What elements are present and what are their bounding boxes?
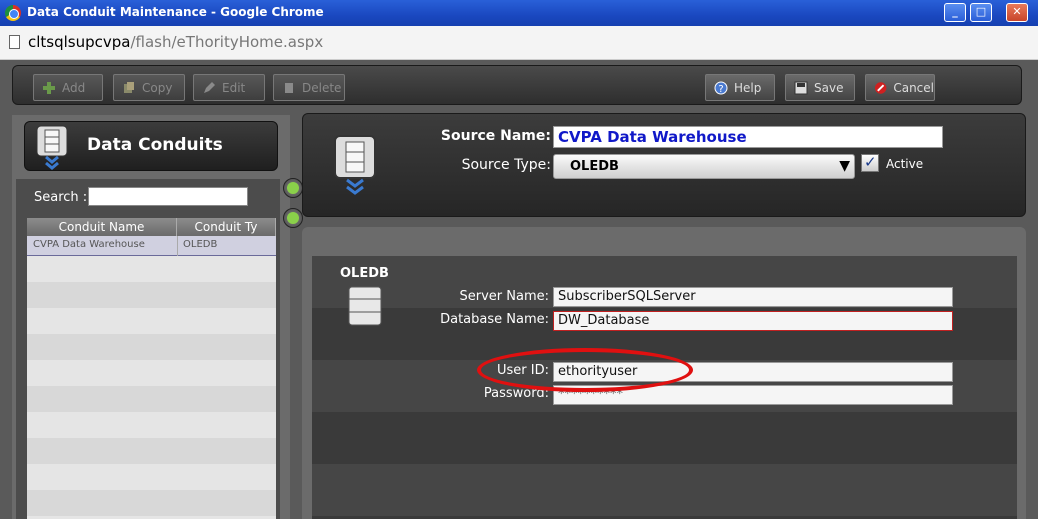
search-label: Search : <box>34 190 88 205</box>
database-icon <box>36 125 68 170</box>
source-type-select[interactable]: OLEDB ▼ <box>553 154 855 179</box>
cell-conduit-name: CVPA Data Warehouse <box>33 239 145 250</box>
database-name-label: Database Name: <box>440 312 549 327</box>
server-name-label: Server Name: <box>459 289 550 304</box>
oledb-title: OLEDB <box>340 266 389 281</box>
conduits-grid: Conduit Name Conduit Ty CVPA Data Wareho… <box>27 218 276 519</box>
chrome-icon <box>5 5 21 21</box>
cancel-icon <box>874 81 887 94</box>
source-header-panel: Source Name: CVPA Data Warehouse Source … <box>302 113 1026 217</box>
plus-icon <box>43 81 55 94</box>
source-type-label: Source Type: <box>461 157 551 173</box>
source-name-input[interactable]: CVPA Data Warehouse <box>553 126 943 148</box>
active-label: Active <box>886 157 924 171</box>
dropdown-arrow-icon: ▼ <box>839 158 850 174</box>
window-title: Data Conduit Maintenance - Google Chrome <box>27 5 324 19</box>
close-button[interactable]: ✕ <box>1006 3 1028 22</box>
column-header-conduit-name[interactable]: Conduit Name <box>27 218 177 236</box>
oledb-panel: OLEDB Server Name: SubscriberSQLServer D… <box>312 256 1017 519</box>
source-name-label: Source Name: <box>440 128 551 144</box>
database-name-input[interactable]: DW_Database <box>553 311 953 331</box>
copy-icon <box>124 81 134 93</box>
conduits-list-area: Search : Conduit Name Conduit Ty CVPA Da… <box>16 179 280 519</box>
server-name-input[interactable]: SubscriberSQLServer <box>553 287 953 307</box>
source-type-value: OLEDB <box>570 159 619 174</box>
svg-text:?: ? <box>718 84 723 95</box>
copy-button[interactable]: Copy <box>113 74 185 101</box>
disk-icon <box>794 81 808 94</box>
delete-button[interactable]: Delete <box>273 74 345 101</box>
arrow-left-icon <box>287 212 299 224</box>
conduits-panel: Data Conduits Search : Conduit Name Cond… <box>12 115 290 519</box>
password-label: Password: <box>483 386 549 401</box>
edit-button[interactable]: Edit <box>193 74 265 101</box>
help-button[interactable]: ? Help <box>705 74 775 101</box>
highlight-ellipse <box>477 348 693 392</box>
maximize-button[interactable]: □ <box>970 3 992 22</box>
toolbar: Add Copy Edit Delete ? Help Save Cancel <box>12 65 1022 105</box>
cancel-button[interactable]: Cancel <box>865 74 935 101</box>
connection-panel: OLEDB Server Name: SubscriberSQLServer D… <box>302 227 1026 519</box>
search-input[interactable] <box>88 187 248 206</box>
add-button[interactable]: Add <box>33 74 103 101</box>
pencil-icon <box>204 81 215 93</box>
url-text[interactable]: cltsqlsupcvpa/flash/eThorityHome.aspx <box>28 33 323 51</box>
window-title-bar: Data Conduit Maintenance - Google Chrome… <box>0 0 1038 26</box>
collapse-arrow-button[interactable] <box>283 208 303 228</box>
delete-icon <box>285 82 293 93</box>
expand-arrow-button[interactable] <box>283 178 303 198</box>
table-row[interactable]: CVPA Data Warehouse OLEDB <box>27 236 276 256</box>
column-header-conduit-type[interactable]: Conduit Ty <box>177 218 276 236</box>
save-button[interactable]: Save <box>785 74 855 101</box>
arrow-right-icon <box>287 182 299 194</box>
cell-conduit-type: OLEDB <box>183 239 218 250</box>
active-checkbox[interactable] <box>861 153 879 172</box>
page-icon <box>9 35 20 49</box>
conduits-title: Data Conduits <box>87 135 223 155</box>
conduits-header: Data Conduits <box>24 121 278 171</box>
address-bar[interactable]: cltsqlsupcvpa/flash/eThorityHome.aspx <box>0 26 1038 60</box>
minimize-button[interactable]: _ <box>944 3 966 22</box>
source-database-icon <box>334 135 376 195</box>
app-area: Add Copy Edit Delete ? Help Save Cancel <box>0 60 1038 519</box>
help-icon: ? <box>714 81 728 95</box>
